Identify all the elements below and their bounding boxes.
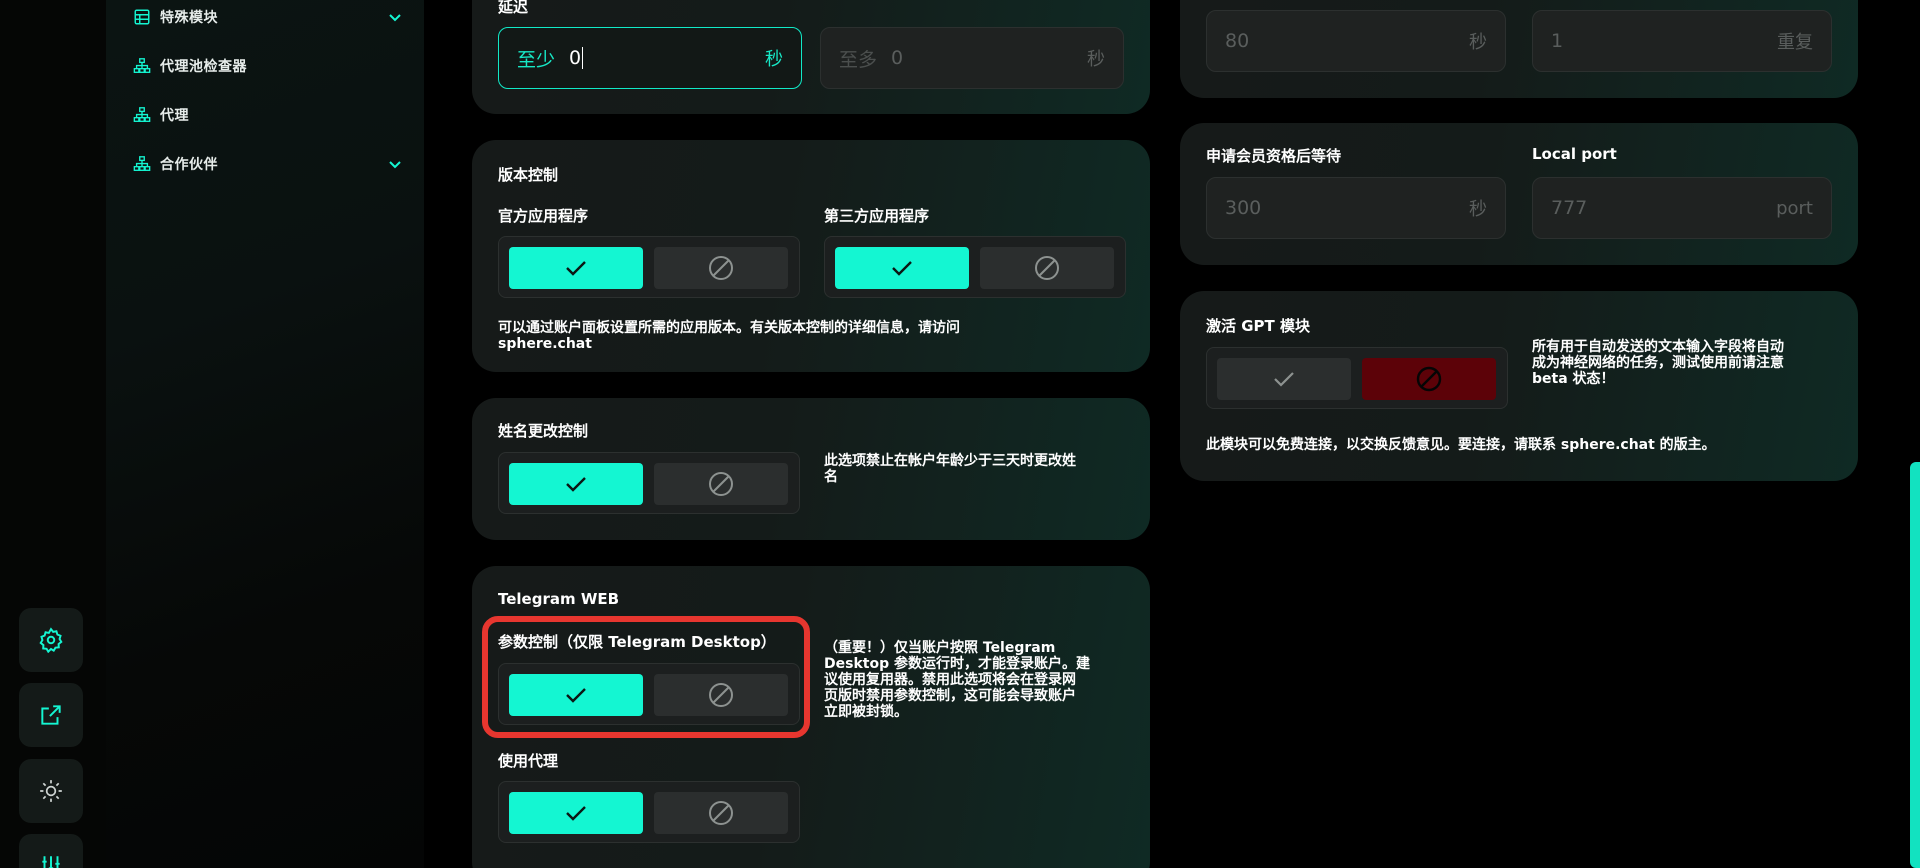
local-port-unit: port [1776, 197, 1813, 219]
delay-card: 延迟 至少 0 秒 至多 0 秒 [472, 0, 1150, 114]
right-top-field-1-unit: 秒 [1469, 32, 1487, 53]
delay-max-prefix: 至多 [839, 48, 878, 71]
block-icon [1035, 256, 1059, 280]
theme-sun-moon-icon [40, 780, 62, 802]
checkmark-icon [566, 477, 586, 492]
third-party-app-toggle [824, 236, 1126, 298]
settings-gear-icon [39, 627, 63, 653]
membership-wait-label: 申请会员资格后等待 [1206, 147, 1342, 165]
sidebar-item-proxy[interactable]: 代理 [132, 100, 404, 130]
membership-card: 申请会员资格后等待 Local port 300 秒 777 port [1180, 123, 1858, 265]
delay-min-unit: 秒 [765, 49, 783, 70]
official-app-disable-button[interactable] [654, 247, 788, 289]
gpt-module-side-description: 所有用于自动发送的文本输入字段将自动 成为神经网络的任务，测试使用前请注意 be… [1532, 339, 1784, 387]
delay-max-value: 0 [891, 47, 904, 69]
version-control-title: 版本控制 [498, 166, 559, 184]
local-port-label: Local port [1532, 145, 1617, 163]
gpt-module-card: 激活 GPT 模块 所有用于自动发送的文本输入字段将自动 成为神经网络的任务，测… [1180, 291, 1858, 481]
right-top-field-1[interactable]: 80 秒 [1206, 10, 1506, 72]
delay-min-prefix: 至少 [517, 48, 556, 71]
chevron-down-icon[interactable] [386, 155, 404, 173]
param-control-description: （重要！）仅当账户按照 Telegram Desktop 参数运行时，才能登录账… [824, 640, 1090, 720]
left-rail [0, 0, 106, 868]
right-top-field-2-unit: 重复 [1777, 32, 1813, 53]
checkmark-icon [566, 261, 586, 276]
external-link-button[interactable] [19, 683, 83, 747]
text-caret [582, 47, 584, 69]
sliders-button[interactable] [19, 834, 83, 868]
delay-max-unit: 秒 [1087, 49, 1105, 70]
local-port-value: 777 [1551, 197, 1588, 219]
sidebar-item-special-modules[interactable]: 特殊模块 [132, 2, 404, 32]
name-change-disable-button[interactable] [654, 463, 788, 505]
block-icon [709, 256, 733, 280]
chevron-down-icon[interactable] [386, 8, 404, 26]
theme-toggle-button[interactable] [19, 759, 83, 823]
scrollbar-thumb[interactable] [1910, 462, 1920, 868]
settings-button[interactable] [19, 608, 83, 672]
checkmark-icon [1274, 372, 1294, 387]
use-proxy-enable-button[interactable] [509, 792, 643, 834]
telegram-web-title: Telegram WEB [498, 590, 620, 608]
right-top-field-2-value: 1 [1551, 30, 1564, 52]
right-top-field-1-value: 80 [1225, 30, 1250, 52]
block-icon [709, 801, 733, 825]
sliders-icon [42, 856, 60, 868]
use-proxy-disable-button[interactable] [654, 792, 788, 834]
version-control-card: 版本控制 官方应用程序 第三方应用程序 可以通过账户面板设置所需的应用版本。有关… [472, 140, 1150, 372]
sidebar-item-label: 特殊模块 [160, 10, 218, 26]
right-top-card: 80 秒 1 重复 [1180, 0, 1858, 98]
network-icon [132, 154, 152, 174]
sidebar-item-proxy-pool-checker[interactable]: 代理池检查器 [132, 51, 404, 81]
official-app-toggle [498, 236, 800, 298]
membership-wait-value: 300 [1225, 197, 1262, 219]
sidebar-item-label: 合作伙伴 [160, 157, 218, 173]
name-change-title: 姓名更改控制 [498, 422, 589, 440]
external-link-icon [41, 705, 61, 725]
network-icon [132, 105, 152, 125]
third-party-app-disable-button[interactable] [980, 247, 1114, 289]
third-party-app-enable-button[interactable] [835, 247, 969, 289]
checkmark-icon [566, 806, 586, 821]
sidebar-item-label: 代理 [160, 108, 189, 124]
network-icon [132, 56, 152, 76]
block-icon [709, 472, 733, 496]
gpt-module-toggle [1206, 347, 1508, 409]
delay-title: 延迟 [498, 0, 529, 16]
official-app-enable-button[interactable] [509, 247, 643, 289]
annotation-highlight-box [482, 616, 810, 738]
gpt-module-enable-button[interactable] [1217, 358, 1351, 400]
delay-min-value: 0 [569, 47, 582, 69]
gpt-module-title: 激活 GPT 模块 [1206, 317, 1310, 335]
name-change-toggle [498, 452, 800, 514]
version-control-description: 可以通过账户面板设置所需的应用版本。有关版本控制的详细信息，请访问 sphere… [498, 320, 1118, 352]
sidebar-item-label: 代理池检查器 [160, 59, 247, 75]
membership-wait-unit: 秒 [1469, 199, 1487, 220]
gpt-module-footer: 此模块可以免费连接，以交换反馈意见。要连接，请联系 sphere.chat 的版… [1206, 437, 1716, 453]
gpt-module-disable-button[interactable] [1362, 358, 1496, 400]
block-icon [1416, 366, 1442, 392]
use-proxy-toggle [498, 781, 800, 843]
grid-icon [132, 7, 152, 27]
official-app-label: 官方应用程序 [498, 207, 589, 225]
local-port-input[interactable]: 777 port [1532, 177, 1832, 239]
right-top-field-2[interactable]: 1 重复 [1532, 10, 1832, 72]
membership-wait-input[interactable]: 300 秒 [1206, 177, 1506, 239]
sphere-chat-link[interactable]: sphere.chat [498, 336, 1118, 352]
name-change-enable-button[interactable] [509, 463, 643, 505]
name-change-card: 姓名更改控制 此选项禁止在帐户年龄少于三天时更改姓 名 [472, 398, 1150, 540]
sidebar-item-partners[interactable]: 合作伙伴 [132, 149, 404, 179]
sidebar: 特殊模块 代理池检查器 代理 合作伙伴 [106, 0, 424, 868]
delay-min-input[interactable]: 至少 0 秒 [498, 27, 802, 89]
checkmark-icon [892, 261, 912, 276]
third-party-app-label: 第三方应用程序 [824, 207, 930, 225]
use-proxy-label: 使用代理 [498, 752, 559, 770]
delay-max-input[interactable]: 至多 0 秒 [820, 27, 1124, 89]
name-change-description: 此选项禁止在帐户年龄少于三天时更改姓 名 [824, 453, 1076, 485]
